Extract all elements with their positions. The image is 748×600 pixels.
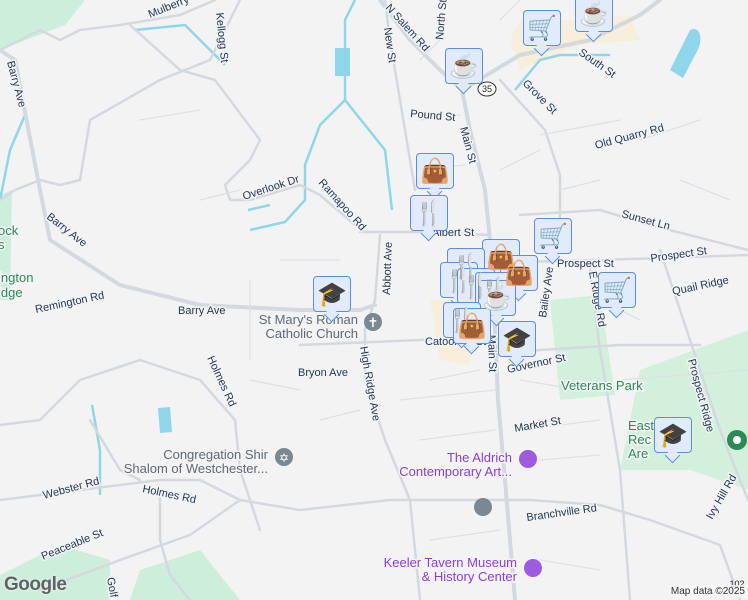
shopping-cart-icon: 🛒: [538, 222, 568, 250]
grocery-marker[interactable]: 🛒: [534, 218, 572, 254]
shopping-bag-icon: 👜: [457, 312, 487, 340]
graduation-cap-icon: 🎓: [317, 280, 347, 308]
road-route-35: [460, 0, 662, 92]
road-e-ridge-rd: [588, 268, 632, 600]
park-area: [0, 190, 12, 300]
grocery-marker[interactable]: 🛒: [523, 10, 561, 46]
road-branchville-rd: [238, 498, 742, 600]
pond: [335, 48, 350, 76]
graduation-cap-icon: 🎓: [658, 421, 688, 449]
pond: [158, 407, 172, 433]
pond: [670, 29, 701, 78]
stream: [344, 99, 394, 211]
cafe-marker[interactable]: ☕: [575, 0, 613, 32]
shopping-marker[interactable]: 👜: [416, 153, 454, 189]
shopping-cart-icon: 🛒: [602, 276, 632, 304]
road-holmes-rd: [0, 358, 262, 532]
google-logo: Google: [4, 574, 67, 595]
restaurant-marker[interactable]: 🍴: [410, 195, 448, 231]
shopping-marker[interactable]: 👜: [453, 308, 491, 344]
fork-knife-icon: 🍴: [414, 199, 444, 227]
road-barry-ave: [0, 48, 377, 312]
school-marker[interactable]: 🎓: [654, 417, 692, 453]
stream: [247, 203, 271, 212]
graduation-cap-icon: 🎓: [502, 325, 532, 353]
school-marker[interactable]: 🎓: [498, 321, 536, 357]
coffee-cup-icon: ☕: [449, 52, 479, 80]
school-marker[interactable]: 🎓: [313, 276, 351, 312]
coffee-cup-icon: ☕: [579, 0, 609, 28]
road-high-ridge-ave: [363, 233, 422, 600]
shopping-cart-icon: 🛒: [527, 14, 557, 42]
map-attribution[interactable]: Map data ©2025: [667, 585, 748, 598]
cafe-marker[interactable]: ☕: [445, 48, 483, 84]
stream: [90, 404, 102, 495]
park-area: [620, 330, 748, 490]
shopping-bag-icon: 👜: [420, 157, 450, 185]
coffee-cup-icon: ☕: [482, 284, 512, 312]
grocery-marker[interactable]: 🛒: [598, 272, 636, 308]
